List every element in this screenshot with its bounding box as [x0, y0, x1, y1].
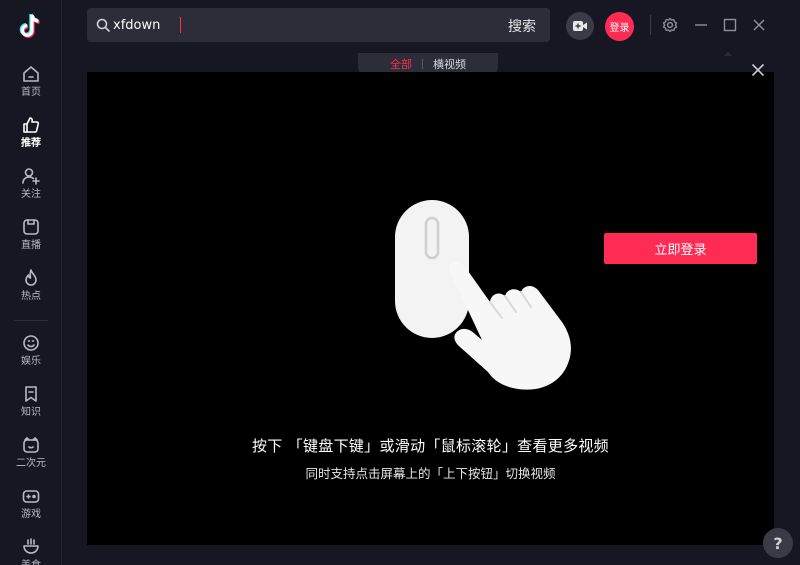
sidebar-item-live[interactable]: 直播 [0, 217, 62, 265]
sidebar-item-label: 知识 [21, 407, 41, 418]
settings-gear-icon[interactable] [662, 17, 678, 33]
sidebar-item-label: 娱乐 [21, 356, 41, 367]
sidebar-item-home[interactable]: 首页 [0, 64, 62, 112]
sidebar: 首页 推荐 关注 直播 热点 娱乐 知识 二次元 游戏 [0, 0, 62, 565]
text-caret [180, 17, 181, 33]
maximize-icon[interactable] [722, 17, 738, 33]
upload-video-button[interactable] [566, 12, 594, 40]
mouse-scroll-illustration-icon [395, 200, 571, 390]
sidebar-item-knowledge[interactable]: 知识 [0, 384, 62, 432]
sidebar-item-label: 首页 [21, 87, 41, 98]
tab-notch [724, 52, 732, 56]
live-tv-icon [23, 219, 39, 235]
tiktok-logo-icon[interactable] [15, 10, 47, 42]
search-box[interactable]: 搜索 [87, 8, 550, 42]
sidebar-divider [14, 320, 48, 321]
bowl-icon [23, 538, 39, 554]
video-camera-icon [573, 21, 587, 31]
sidebar-item-food[interactable]: 美食 [0, 537, 62, 565]
sidebar-item-label: 直播 [21, 240, 41, 251]
flame-icon [25, 269, 37, 286]
window-close-icon[interactable] [751, 17, 767, 33]
sidebar-item-label: 关注 [21, 189, 41, 200]
sidebar-item-recommend[interactable]: 推荐 [0, 115, 62, 163]
top-bar: 搜索 登录 [62, 0, 800, 50]
close-guide-icon[interactable] [751, 63, 765, 77]
follow-user-icon [22, 168, 40, 185]
search-input[interactable] [113, 14, 483, 36]
sidebar-item-label: 游戏 [21, 509, 41, 520]
sidebar-item-entertainment[interactable]: 娱乐 [0, 333, 62, 381]
thumbs-up-icon [23, 117, 40, 133]
help-button[interactable]: ? [763, 528, 793, 558]
home-icon [23, 66, 39, 82]
bookmark-icon [25, 386, 37, 402]
tab-landscape-video[interactable]: 横视频 [423, 56, 476, 72]
login-now-button[interactable]: 立即登录 [604, 233, 757, 264]
app-window: 首页 推荐 关注 直播 热点 娱乐 知识 二次元 游戏 xfdown 搜索 登录… [0, 0, 800, 565]
sidebar-item-label: 二次元 [16, 458, 46, 469]
search-button[interactable]: 搜索 [508, 16, 536, 36]
sidebar-item-label: 美食 [21, 560, 41, 565]
sidebar-item-games[interactable]: 游戏 [0, 486, 62, 534]
toolbar-divider [650, 15, 651, 35]
button-hint-text: 同时支持点击屏幕上的「上下按钮」切换视频 [305, 466, 556, 481]
sidebar-item-label: 推荐 [21, 138, 41, 149]
gamepad-icon [22, 490, 40, 503]
minimize-icon[interactable] [693, 17, 709, 33]
sidebar-item-label: 热点 [21, 291, 41, 302]
smiley-icon [23, 335, 39, 351]
login-avatar-button[interactable]: 登录 [605, 12, 634, 41]
sidebar-item-hot[interactable]: 热点 [0, 268, 62, 316]
scroll-hint-text: 按下 「键盘下键」或滑动「鼠标滚轮」查看更多视频 [252, 437, 609, 455]
search-icon [96, 18, 110, 32]
tab-all[interactable]: 全部 [380, 56, 422, 72]
anime-icon [23, 437, 39, 453]
sidebar-item-anime[interactable]: 二次元 [0, 435, 62, 483]
sidebar-item-follow[interactable]: 关注 [0, 166, 62, 214]
